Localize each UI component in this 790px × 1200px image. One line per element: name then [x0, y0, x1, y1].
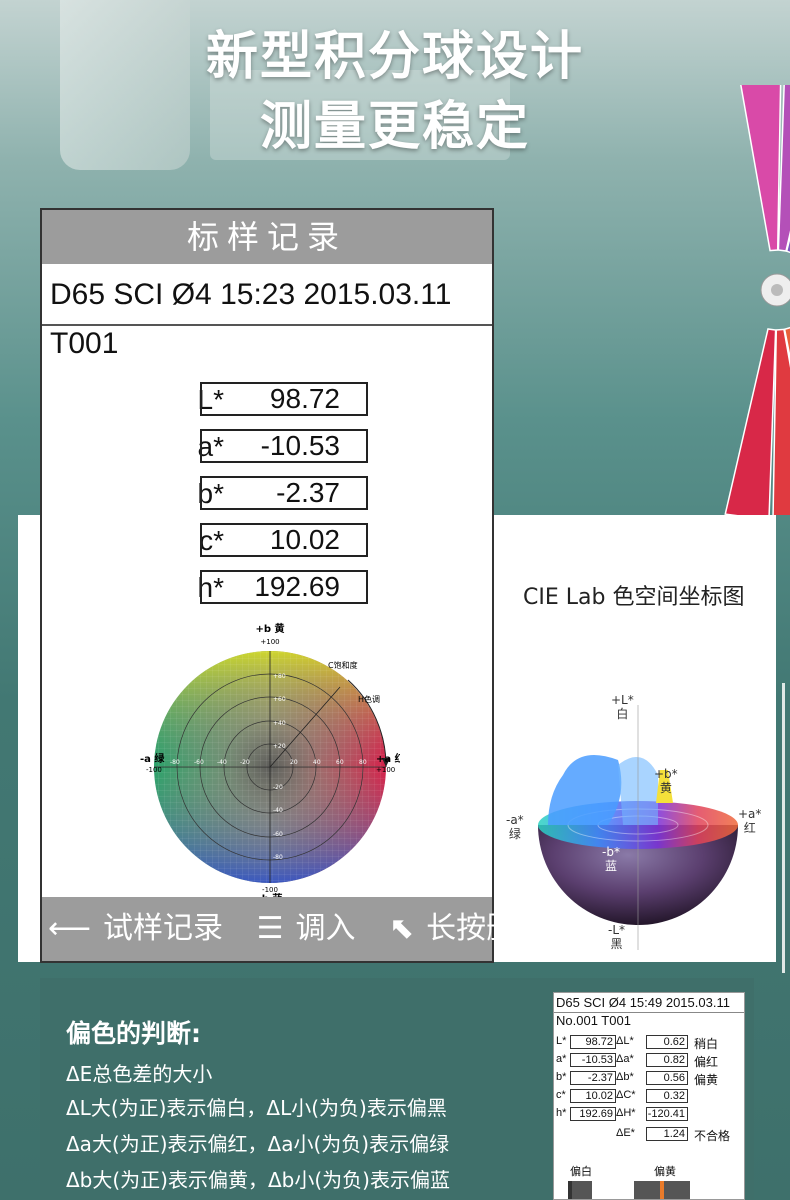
mini-row: L* 98.72 ΔL* 0.62 稍白: [556, 1035, 719, 1051]
fan-swatch: [772, 328, 790, 515]
measurement-info: D65 SCI Ø4 15:23 2015.03.11: [42, 264, 492, 326]
wheel-num-right: +100: [376, 766, 395, 774]
cie-axis-right: +a* 红: [738, 807, 762, 835]
wheel-num-left: -100: [146, 766, 162, 774]
record-softkey[interactable]: ⟵ 试样记录: [48, 911, 235, 946]
delete-softkey[interactable]: ⬉ 长按删除: [389, 911, 558, 946]
wheel-tick: -40: [217, 759, 227, 766]
wheel-label-top: +b 黄: [255, 622, 284, 635]
value-row-c: c* 10.02: [42, 523, 496, 559]
wheel-chroma-label: C饱和度: [328, 660, 358, 670]
wheel-num-top: +100: [260, 638, 279, 646]
mini-sub: No.001 T001: [556, 1013, 631, 1028]
value-field: -2.37: [200, 476, 368, 510]
value-field: -10.53: [200, 429, 368, 463]
mini-bar-label-left: 偏白: [570, 1166, 592, 1178]
mini-bar-yellow: [634, 1181, 690, 1199]
wheel-tick: +40: [273, 720, 286, 727]
ab-color-wheel: +b 黄 +100 -100 -b 蓝 -a 绿 -100 +a 红 +100 …: [140, 622, 400, 904]
judge-line: Δb大(为正)表示偏黄，Δb小(为负)表示偏蓝: [66, 1168, 450, 1192]
wheel-tick: -60: [194, 759, 204, 766]
arrow-upleft-icon: ⬉: [389, 911, 415, 946]
cie-axis-b-neg: -b* 蓝: [602, 845, 620, 873]
mini-row: h* 192.69 ΔH* -120.41: [556, 1107, 746, 1123]
cie-axis-b-pos: +b* 黄: [654, 767, 678, 795]
mini-header: D65 SCI Ø4 15:49 2015.03.11: [554, 993, 744, 1013]
wheel-tick: -80: [273, 854, 283, 861]
mini-row: b* -2.37 Δb* 0.56 偏黄: [556, 1071, 719, 1087]
wheel-hue-label: H色调: [358, 694, 380, 704]
color-cast-section: 偏色的判断: ΔE总色差的大小 ΔL大(为正)表示偏白，ΔL小(为负)表示偏黑 …: [40, 978, 754, 1200]
fan-swatch: [740, 85, 782, 252]
value-field: 192.69: [200, 570, 368, 604]
wheel-tick: 40: [313, 759, 321, 766]
value-row-h: h* 192.69: [42, 570, 496, 606]
colorimeter-screen: 标样记录 D65 SCI Ø4 15:23 2015.03.11 T001 L*…: [40, 208, 546, 963]
judge-line: Δa大(为正)表示偏红，Δa小(为负)表示偏绿: [66, 1132, 450, 1156]
judge-line: ΔL大(为正)表示偏白，ΔL小(为负)表示偏黑: [66, 1096, 447, 1120]
screen-footer: ⟵ 试样记录 ☰ 调入 ⬉ 长按删除: [42, 897, 546, 961]
wheel-tick: -20: [240, 759, 250, 766]
cie-axis-top: +L* 白: [611, 693, 634, 721]
wheel-label-right: +a 红: [376, 752, 400, 765]
fan-swatch: [724, 328, 777, 515]
wheel-tick: +60: [273, 696, 286, 703]
mini-row: c* 10.02 ΔC* 0.32: [556, 1089, 746, 1105]
cie-axis-left: -a* 绿: [506, 813, 524, 841]
value-field: 98.72: [200, 382, 368, 416]
wheel-tick: -80: [170, 759, 180, 766]
wheel-tick: -20: [273, 784, 283, 791]
value-row-l: L* 98.72: [42, 382, 496, 418]
mini-bar-white: [568, 1181, 592, 1199]
return-arrow-icon: ⟵: [48, 911, 92, 946]
value-row-a: a* -10.53: [42, 429, 496, 465]
wheel-tick: 80: [359, 759, 367, 766]
wheel-tick: +80: [273, 673, 286, 680]
cie-axis-bottom: -L* 黑: [608, 923, 626, 951]
judge-line: ΔE总色差的大小: [66, 1062, 213, 1086]
cie-title: CIE Lab 色空间坐标图: [523, 585, 745, 610]
side-divider: [782, 683, 785, 973]
wheel-num-bottom: -100: [262, 886, 278, 894]
headline-line1: 新型积分球设计: [205, 27, 584, 87]
sample-id: T001: [50, 327, 119, 360]
value-field: 10.02: [200, 523, 368, 557]
menu-icon: ☰: [256, 911, 284, 946]
screen-title: 标样记录: [42, 210, 492, 264]
wheel-tick: 60: [336, 759, 344, 766]
mini-row: a* -10.53 Δa* 0.82 偏红: [556, 1053, 719, 1069]
mini-screen: D65 SCI Ø4 15:49 2015.03.11 No.001 T001 …: [553, 992, 745, 1200]
value-row-b: b* -2.37: [42, 476, 496, 512]
load-softkey[interactable]: ☰ 调入: [257, 911, 368, 946]
mini-de-row: ΔE* 1.24 不合格: [616, 1127, 731, 1143]
wheel-tick: +20: [273, 743, 286, 750]
wheel-tick: -60: [273, 831, 283, 838]
mini-bar-label-right: 偏黄: [654, 1166, 676, 1178]
wheel-label-left: -a 绿: [140, 752, 165, 765]
wheel-tick: -40: [273, 807, 283, 814]
color-fan-deck: [724, 85, 790, 515]
judge-title: 偏色的判断:: [66, 1019, 201, 1048]
wheel-tick: 20: [290, 759, 298, 766]
